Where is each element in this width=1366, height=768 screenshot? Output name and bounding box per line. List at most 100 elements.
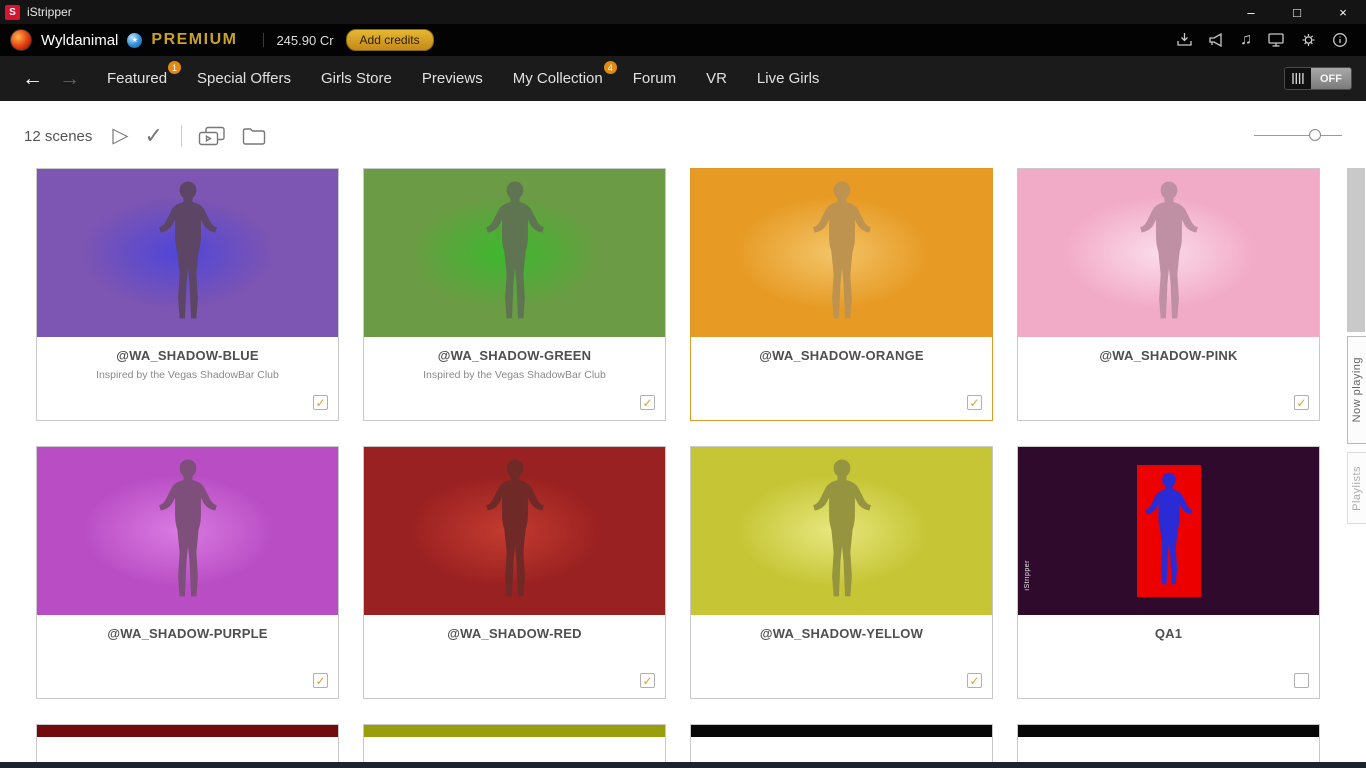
select-all-icon[interactable]: ✓ — [145, 125, 163, 147]
close-button-icon[interactable]: × — [1320, 0, 1366, 24]
forward-arrow-icon[interactable]: → — [59, 67, 80, 91]
scene-thumbnail[interactable] — [37, 725, 338, 737]
titlebar: S iStripper – □ × — [0, 0, 1366, 24]
add-credits-button[interactable]: Add credits — [346, 29, 434, 51]
nav-item-forum[interactable]: Forum — [618, 70, 691, 87]
dancer-silhouette — [803, 177, 881, 329]
scene-card: @WA_SHADOW-PINK ✓ — [1017, 168, 1320, 421]
scene-thumbnail[interactable] — [364, 725, 665, 737]
info-icon[interactable] — [1332, 32, 1348, 48]
nav-item-featured[interactable]: Featured 1 — [92, 70, 182, 87]
scene-count: 12 scenes — [24, 128, 92, 145]
scene-thumbnail[interactable] — [691, 169, 992, 337]
scene-card: @WA_SHADOW-PURPLE ✓ — [36, 446, 339, 699]
scene-checkbox[interactable]: ✓ — [313, 673, 328, 688]
scene-card: iStripper QA1 — [1017, 446, 1320, 699]
window-controls: – □ × — [1228, 0, 1366, 24]
displays-icon[interactable] — [1267, 32, 1285, 48]
scene-checkbox[interactable] — [1294, 673, 1309, 688]
scene-card-selected: @WA_SHADOW-ORANGE ✓ — [690, 168, 993, 421]
scene-title: @WA_SHADOW-ORANGE — [691, 348, 992, 363]
right-rail: Now playing Playlists — [1346, 101, 1366, 762]
minimize-button-icon[interactable]: – — [1228, 0, 1274, 24]
dancer-silhouette — [803, 455, 881, 607]
scene-thumbnail[interactable] — [37, 169, 338, 337]
scene-checkbox[interactable]: ✓ — [967, 673, 982, 688]
scene-checkbox[interactable]: ✓ — [1294, 395, 1309, 410]
scene-thumbnail[interactable] — [364, 169, 665, 337]
nav-item-vr[interactable]: VR — [691, 70, 742, 87]
window-bottom-edge — [0, 762, 1366, 768]
scene-card: @WA_SHADOW-YELLOW ✓ — [690, 446, 993, 699]
featured-badge: 1 — [168, 61, 181, 74]
scene-title: @WA_SHADOW-YELLOW — [691, 626, 992, 641]
scene-thumbnail[interactable]: iStripper — [1018, 447, 1319, 615]
announcements-icon[interactable] — [1208, 32, 1225, 48]
scene-card: @WA_SHADOW-RED ✓ — [363, 446, 666, 699]
scene-thumbnail[interactable] — [691, 447, 992, 615]
scene-title: @WA_SHADOW-BLUE — [37, 348, 338, 363]
back-arrow-icon[interactable]: ← — [22, 67, 43, 91]
user-avatar[interactable] — [10, 29, 32, 51]
tab-now-playing[interactable]: Now playing — [1347, 336, 1366, 444]
dancer-silhouette — [149, 177, 227, 329]
scene-thumbnail[interactable] — [37, 447, 338, 615]
zoom-slider-track[interactable] — [1254, 135, 1342, 136]
thumbnail-zoom-slider[interactable] — [1254, 127, 1342, 143]
collection-content: 12 scenes ▷ ✓ @WA_SHADOW-BLUE — [0, 101, 1366, 762]
scene-title: @WA_SHADOW-RED — [364, 626, 665, 641]
scene-card-partial[interactable] — [363, 724, 666, 762]
username[interactable]: Wyldanimal — [41, 32, 118, 49]
show-on-desktop-toggle[interactable]: OFF — [1284, 67, 1352, 90]
my-collection-badge: 4 — [604, 61, 617, 74]
scene-card-partial[interactable] — [1017, 724, 1320, 762]
music-icon[interactable]: ♫ — [1240, 32, 1252, 48]
scene-thumbnail[interactable] — [364, 447, 665, 615]
scene-subtitle: Inspired by the Vegas ShadowBar Club — [37, 369, 338, 381]
scene-card: @WA_SHADOW-BLUE Inspired by the Vegas Sh… — [36, 168, 339, 421]
tab-playlists[interactable]: Playlists — [1347, 452, 1366, 524]
scene-checkbox[interactable]: ✓ — [640, 673, 655, 688]
toggle-state-label: OFF — [1311, 68, 1351, 89]
main-nav: ← → Featured 1 Special Offers Girls Stor… — [0, 56, 1366, 101]
blinds-icon — [1285, 68, 1311, 89]
scene-thumbnail[interactable] — [691, 725, 992, 737]
scene-card-partial[interactable] — [36, 724, 339, 762]
membership-level: PREMIUM — [151, 31, 237, 49]
scene-thumbnail[interactable] — [1018, 725, 1319, 737]
scene-title: @WA_SHADOW-PINK — [1018, 348, 1319, 363]
divider — [263, 33, 264, 47]
settings-gear-icon[interactable] — [1300, 32, 1317, 48]
scene-card-partial[interactable] — [690, 724, 993, 762]
copy-scenes-icon[interactable] — [198, 126, 226, 147]
downloads-icon[interactable] — [1176, 32, 1193, 48]
app-logo-icon: S — [5, 5, 20, 20]
dancer-silhouette — [1138, 469, 1200, 593]
scene-checkbox[interactable]: ✓ — [313, 395, 328, 410]
dancer-silhouette — [476, 455, 554, 607]
scene-title: QA1 — [1018, 626, 1319, 641]
scrollbar-thumb[interactable] — [1347, 168, 1365, 332]
nav-item-girls-store[interactable]: Girls Store — [306, 70, 407, 87]
maximize-button-icon[interactable]: □ — [1274, 0, 1320, 24]
nav-item-previews[interactable]: Previews — [407, 70, 498, 87]
credits-balance: 245.90 Cr — [276, 33, 333, 48]
nav-item-my-collection[interactable]: My Collection 4 — [498, 70, 618, 87]
window-title: iStripper — [27, 5, 72, 19]
member-badge-icon: ★ — [127, 33, 142, 48]
scene-checkbox[interactable]: ✓ — [967, 395, 982, 410]
scene-checkbox[interactable]: ✓ — [640, 395, 655, 410]
zoom-slider-knob[interactable] — [1309, 129, 1321, 141]
nav-item-live-girls[interactable]: Live Girls — [742, 70, 835, 87]
nav-item-special-offers[interactable]: Special Offers — [182, 70, 306, 87]
scene-title: @WA_SHADOW-PURPLE — [37, 626, 338, 641]
scene-thumbnail[interactable] — [1018, 169, 1319, 337]
scene-subtitle: Inspired by the Vegas ShadowBar Club — [364, 369, 665, 381]
dancer-silhouette — [149, 455, 227, 607]
watermark: iStripper — [1024, 560, 1031, 591]
toolbar-divider — [181, 125, 182, 147]
play-all-icon[interactable]: ▷ — [112, 125, 128, 147]
dancer-silhouette — [1130, 177, 1208, 329]
folder-icon[interactable] — [242, 126, 267, 146]
scene-card: @WA_SHADOW-GREEN Inspired by the Vegas S… — [363, 168, 666, 421]
